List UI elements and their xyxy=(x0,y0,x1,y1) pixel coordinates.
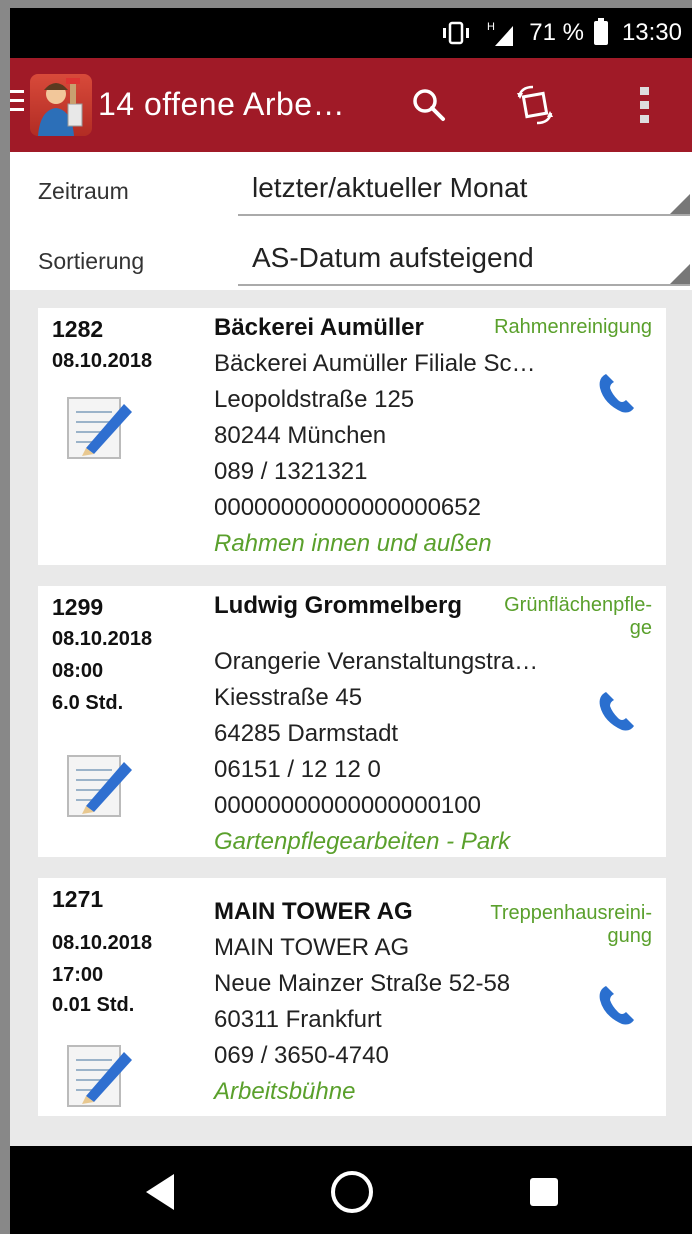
search-icon xyxy=(413,89,445,121)
phone-icon[interactable] xyxy=(596,688,636,732)
phone-number: 089 / 1321321 xyxy=(214,458,368,485)
search-button[interactable] xyxy=(404,80,454,130)
job-duration: 6.0 Std. xyxy=(52,692,124,714)
job-category-line1: Grünflächenpfle- xyxy=(504,594,652,616)
sort-value: AS-Datum aufsteigend xyxy=(252,242,534,273)
sort-filter: Sortierung AS-Datum aufsteigend xyxy=(10,226,692,296)
battery-percent: 71 % xyxy=(529,19,584,46)
phone-icon[interactable] xyxy=(596,982,636,1026)
job-category-line2: ge xyxy=(629,617,652,639)
job-id: 1282 xyxy=(52,316,104,342)
city: 64285 Darmstadt xyxy=(214,720,399,747)
period-value: letzter/aktueller Monat xyxy=(252,172,528,203)
vibrate-icon xyxy=(441,21,471,45)
page-title: 14 offene Arbe… xyxy=(98,86,346,122)
job-card[interactable]: 1299 08.10.2018 08:00 6.0 Std. Ludwig Gr… xyxy=(38,586,666,857)
job-time: 17:00 xyxy=(52,964,104,986)
job-date: 08.10.2018 xyxy=(52,350,153,372)
app-logo-icon[interactable] xyxy=(30,74,92,136)
period-select[interactable]: letzter/aktueller Monat xyxy=(238,156,690,216)
more-vert-icon xyxy=(640,87,649,123)
filter-panel: Zeitraum letzter/aktueller Monat Sortier… xyxy=(10,152,692,290)
job-category: Grünflächenpfle- ge xyxy=(504,594,652,640)
edit-note-icon[interactable] xyxy=(64,390,136,466)
customer-name: Ludwig Grommelberg xyxy=(214,592,463,619)
street: Leopoldstraße 125 xyxy=(214,386,415,413)
network-type-label: H xyxy=(487,21,495,33)
job-id: 1271 xyxy=(52,886,104,912)
job-card[interactable]: 1271 08.10.2018 17:00 0.01 Std. MAIN TOW… xyxy=(38,878,666,1116)
job-category-line2: gung xyxy=(607,925,653,947)
system-nav-bar xyxy=(10,1146,692,1234)
period-filter: Zeitraum letzter/aktueller Monat xyxy=(10,156,692,226)
battery-icon xyxy=(593,18,608,45)
edit-note-icon[interactable] xyxy=(64,1038,136,1114)
edit-note-icon[interactable] xyxy=(64,748,136,824)
job-category-line1: Treppenhausreini- xyxy=(490,902,652,924)
job-time: 08:00 xyxy=(52,660,104,682)
job-note: Rahmen innen und außen xyxy=(214,530,492,557)
job-category: Rahmenreinigung xyxy=(494,316,652,338)
order-number: 00000000000000000652 xyxy=(214,494,481,521)
site-name: Bäckerei Aumüller Filiale Sc… xyxy=(214,350,536,377)
phone-screen: H 71 % 13:30 14 offene Arbe… Zeitraum le… xyxy=(10,8,692,1234)
order-number: 00000000000000000100 xyxy=(214,792,481,819)
clock: 13:30 xyxy=(621,19,682,46)
customer-name: MAIN TOWER AG xyxy=(214,898,413,925)
job-id: 1299 xyxy=(52,594,104,620)
site-name: MAIN TOWER AG xyxy=(214,934,410,961)
customer-name: Bäckerei Aumüller xyxy=(214,314,424,341)
home-button[interactable] xyxy=(328,1168,376,1216)
status-bar: H 71 % 13:30 xyxy=(10,8,692,58)
phone-number: 069 / 3650-4740 xyxy=(214,1042,389,1069)
street: Kiesstraße 45 xyxy=(214,684,363,711)
app-bar: 14 offene Arbe… xyxy=(10,58,692,152)
period-label: Zeitraum xyxy=(38,178,129,204)
job-card[interactable]: 1282 08.10.2018 Bäckerei Aumüller Rahmen… xyxy=(38,308,666,565)
job-category: Treppenhausreini- gung xyxy=(490,902,652,948)
sort-label: Sortierung xyxy=(38,248,145,274)
city: 80244 München xyxy=(214,422,387,449)
sort-select[interactable]: AS-Datum aufsteigend xyxy=(238,226,690,286)
recents-icon xyxy=(530,1178,558,1206)
rotate-screen-icon xyxy=(517,85,553,125)
dropdown-arrow-icon xyxy=(670,264,690,284)
phone-number: 06151 / 12 12 0 xyxy=(214,756,381,783)
city: 60311 Frankfurt xyxy=(214,1006,382,1033)
phone-icon[interactable] xyxy=(596,370,636,414)
rotate-screen-button[interactable] xyxy=(510,80,560,130)
job-duration: 0.01 Std. xyxy=(52,994,135,1016)
signal-icon: H xyxy=(485,20,515,46)
back-icon xyxy=(146,1174,174,1210)
menu-icon[interactable] xyxy=(10,90,24,117)
job-date: 08.10.2018 xyxy=(52,932,153,954)
job-note: Gartenpflegearbeiten - Park xyxy=(214,828,511,855)
home-icon xyxy=(331,1171,373,1213)
job-note: Arbeitsbühne xyxy=(214,1078,356,1105)
recents-button[interactable] xyxy=(520,1168,568,1216)
dropdown-arrow-icon xyxy=(670,194,690,214)
site-name: Orangerie Veranstaltungstra… xyxy=(214,648,539,675)
street: Neue Mainzer Straße 52-58 xyxy=(214,970,511,997)
back-button[interactable] xyxy=(136,1168,184,1216)
job-date: 08.10.2018 xyxy=(52,628,153,650)
more-options-button[interactable] xyxy=(620,80,670,130)
